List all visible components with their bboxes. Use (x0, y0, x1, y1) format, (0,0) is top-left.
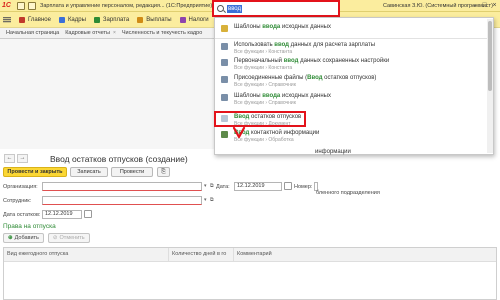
star-icon (221, 25, 228, 32)
section-salary[interactable]: Зарплата (93, 16, 129, 23)
form-navigation: ← → (4, 154, 30, 163)
result-item[interactable]: Шаблоны ввода исходных данных Все функции… (221, 93, 331, 106)
result-item[interactable]: Присоединенные файлы (Ввод остатков отпу… (221, 75, 376, 88)
close-icon[interactable]: × (490, 1, 499, 10)
add-button[interactable]: ⊕ Добавить (3, 233, 44, 243)
employee-dropdown-icon[interactable]: ▾ (204, 197, 207, 203)
tab-hr-reports[interactable]: Кадровые отчеты × (65, 30, 116, 36)
background-area (0, 39, 214, 149)
employee-label: Сотрудник: (3, 198, 32, 204)
menu-icon[interactable] (17, 1, 25, 10)
maximize-icon[interactable]: □ (480, 1, 489, 10)
attachment-icon[interactable]: ⎘ (157, 167, 170, 177)
date-field[interactable]: 12.12.2019 (234, 182, 282, 191)
open-tabs: Начальная страница Кадровые отчеты × Числ… (0, 28, 214, 39)
scrollbar-thumb[interactable] (488, 21, 492, 91)
vacation-rights-table[interactable]: Вид ежегодного отпуска Количество дней в… (3, 247, 497, 300)
minimize-icon[interactable]: – (470, 1, 479, 10)
column-header[interactable]: Комментарий (234, 248, 496, 262)
number-label: Номер: (294, 184, 313, 190)
catalog-icon (221, 76, 228, 83)
search-results: Шаблоны ввода исходных данных Использова… (214, 17, 494, 155)
hr-icon (58, 16, 65, 23)
section-main[interactable]: Главное (19, 16, 51, 23)
search-query[interactable]: ввод (227, 5, 243, 13)
organization-open-icon[interactable]: ⧉ (210, 183, 214, 189)
form-title: Ввод остатков отпусков (создание) (50, 154, 188, 164)
section-title: Права на отпуска (3, 223, 56, 230)
organization-field[interactable] (42, 182, 202, 191)
employee-open-icon[interactable]: ⧉ (210, 197, 214, 203)
column-header[interactable]: Вид ежегодного отпуска (4, 248, 169, 262)
calendar-icon[interactable] (84, 210, 92, 218)
cancel-icon: ⊘ (52, 235, 58, 241)
section-taxes[interactable]: Налоги (179, 16, 209, 23)
constant-icon (221, 59, 228, 66)
search-icon (217, 5, 224, 12)
section-payments[interactable]: Выплаты (137, 16, 172, 23)
back-arrow-icon[interactable]: ← (4, 154, 15, 163)
column-header[interactable]: Количество дней в го (169, 248, 234, 262)
save-button[interactable]: Записать (70, 167, 108, 177)
post-and-close-button[interactable]: Провести и закрыть (3, 167, 67, 177)
separator (215, 38, 493, 39)
calendar-icon[interactable] (284, 182, 292, 190)
post-button[interactable]: Провести (111, 167, 153, 177)
cancel-button[interactable]: ⊘ Отменить (47, 233, 90, 243)
tab-home[interactable]: Начальная страница (6, 30, 59, 36)
processing-icon (221, 131, 228, 138)
organization-label: Организация: (3, 184, 38, 190)
app-title: Зарплата и управление персоналом, редакц… (40, 2, 213, 9)
employee-field[interactable] (42, 196, 202, 205)
result-item[interactable]: Использовать ввод данных для расчета зар… (221, 42, 375, 55)
result-item-partial[interactable]: информации (315, 149, 351, 155)
arrow-icon (232, 126, 246, 139)
section-hr[interactable]: Кадры (58, 16, 86, 23)
date-label: Дата: (216, 184, 230, 190)
results-scrollbar[interactable] (487, 19, 493, 153)
taxes-icon (179, 16, 186, 23)
balance-date-field[interactable]: 12.12.2019 (42, 210, 82, 219)
hamburger-icon[interactable] (3, 17, 11, 23)
1c-logo: 1С (2, 1, 11, 9)
selection-highlight (214, 111, 306, 127)
catalog-icon (221, 94, 228, 101)
main-icon (19, 16, 25, 23)
result-header[interactable]: Шаблоны ввода исходных данных (221, 24, 331, 32)
close-tab-icon[interactable]: × (113, 30, 116, 36)
salary-icon (93, 16, 100, 23)
constant-icon (221, 43, 228, 50)
tab-headcount[interactable]: Численность и текучесть кадро (122, 30, 202, 36)
organization-dropdown-icon[interactable]: ▾ (204, 183, 207, 189)
search-input[interactable]: ввод (212, 0, 340, 17)
number-note: бленного подразделения (316, 190, 380, 196)
table-toolbar: ⊕ Добавить ⊘ Отменить (3, 233, 94, 243)
back-icon[interactable] (28, 1, 36, 10)
result-item[interactable]: Первоначальный ввод данных сохраненных н… (221, 58, 389, 71)
payments-icon (137, 16, 144, 23)
balance-date-label: Дата остатков: (3, 212, 41, 218)
forward-arrow-icon[interactable]: → (17, 154, 28, 163)
plus-icon: ⊕ (8, 235, 13, 241)
